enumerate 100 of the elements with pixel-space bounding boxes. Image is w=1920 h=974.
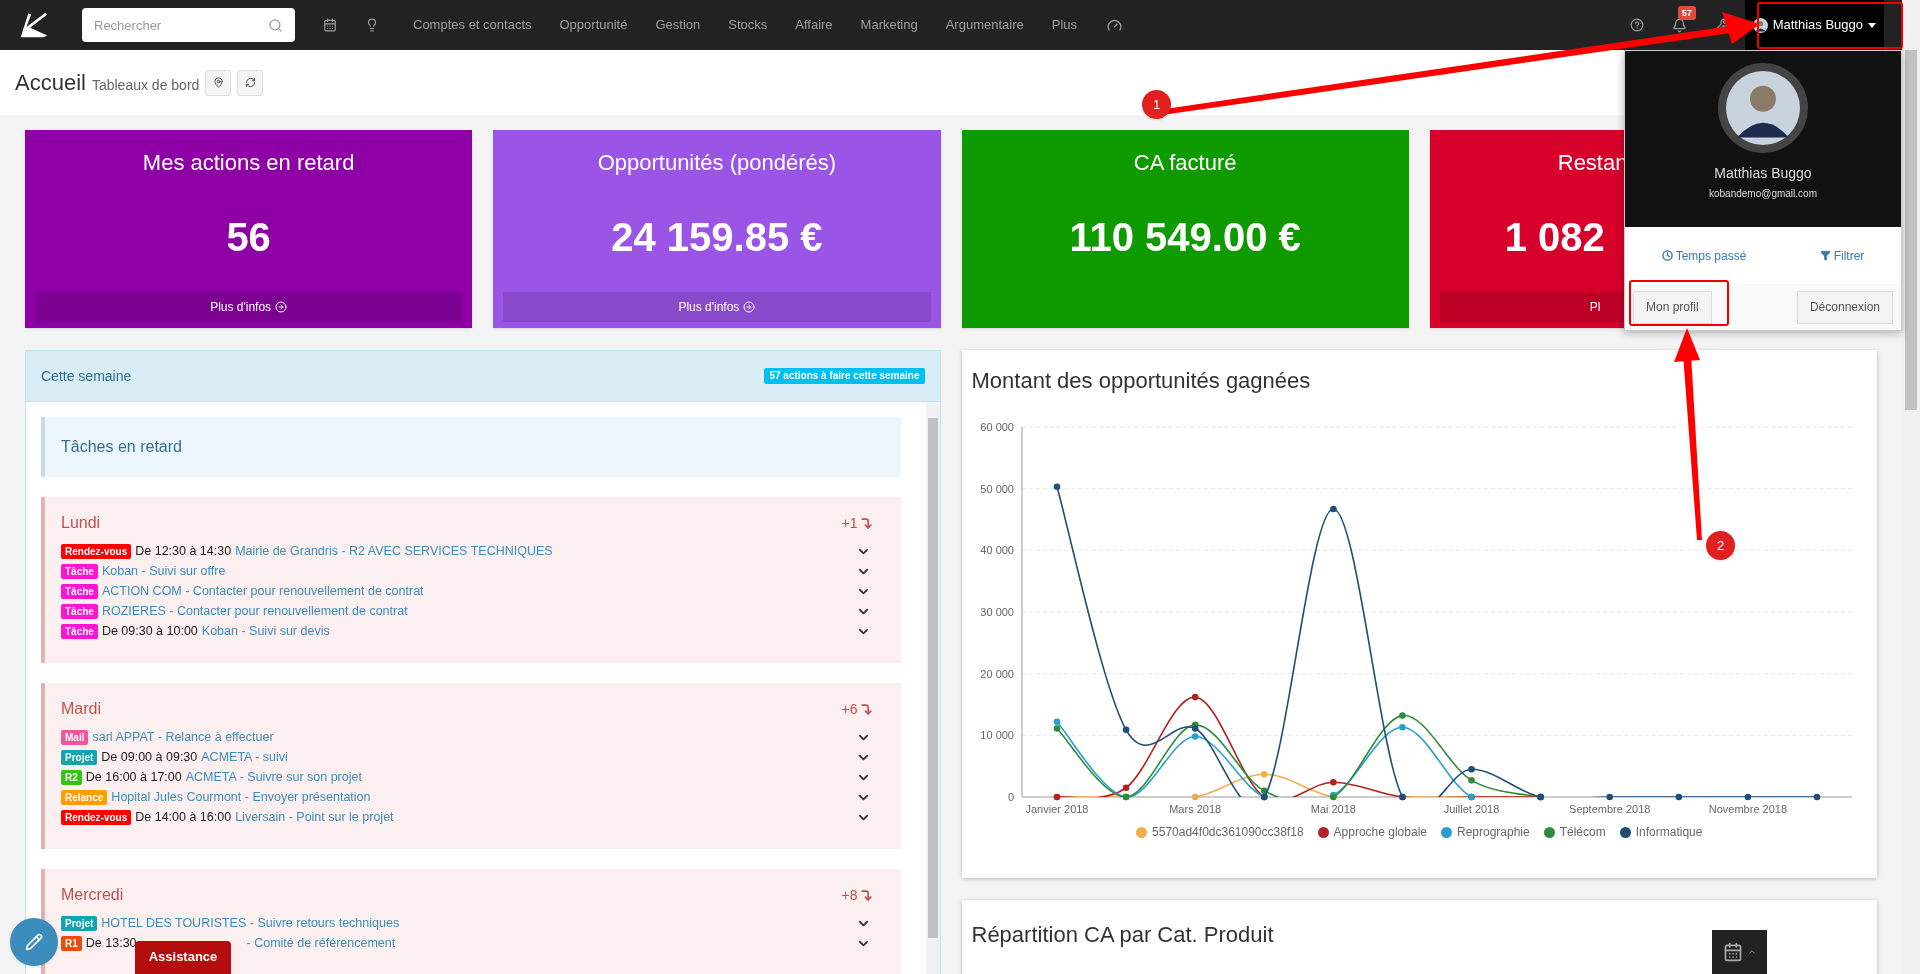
task-link[interactable]: Koban - Suivi sur offre <box>101 561 226 581</box>
turn-down-arrow-icon <box>859 516 873 530</box>
dashboard-icon[interactable] <box>1107 17 1123 33</box>
y-tick-label: 60 000 <box>979 421 1014 433</box>
tag: Tâche <box>61 583 98 599</box>
data-point <box>1398 712 1406 719</box>
nav-menu-item[interactable]: Stocks <box>714 15 782 35</box>
nav-menu-item[interactable]: Affaire <box>781 15 847 35</box>
nav-menu-item[interactable]: Opportunité <box>545 15 642 35</box>
data-point <box>1191 793 1198 801</box>
chart-title: Montant des opportunités gagnées <box>971 367 1312 395</box>
y-tick-label: 20 000 <box>979 667 1014 680</box>
scrollbar[interactable] <box>925 402 940 974</box>
legend-item[interactable]: Reprographie <box>1440 823 1530 841</box>
tag: R2 <box>61 769 82 785</box>
data-point <box>1122 726 1129 734</box>
card-title: Mes actions en retard <box>142 149 355 177</box>
calendar-toggle[interactable] <box>1712 930 1767 974</box>
tag: Projet <box>61 749 98 765</box>
nav-menu-item[interactable]: Comptes et contacts <box>399 15 546 35</box>
nav-menu-item[interactable]: Gestion <box>641 15 715 35</box>
task-link[interactable]: ACMETA - Suivre sur son projet <box>185 767 362 787</box>
task-link[interactable]: - Comité de référencement <box>246 933 396 953</box>
legend-item[interactable]: Télécom <box>1543 823 1606 841</box>
refresh-icon <box>244 77 256 88</box>
data-point <box>1467 777 1475 784</box>
more-info-link[interactable]: Pl <box>1589 298 1601 316</box>
task-link[interactable]: ROZIERES - Contacter pour renouvellement de contrat <box>101 601 408 621</box>
task-link[interactable]: Mairie de Grandris - R2 AVEC SERVICES TECHNIQUES <box>235 541 553 561</box>
search-field[interactable]: Rechercher <box>82 8 295 42</box>
tag: R1 <box>61 935 82 951</box>
arrow-circle-icon <box>743 301 756 313</box>
search-icon[interactable] <box>268 18 283 33</box>
turn-down-arrow-icon <box>859 702 873 716</box>
tag: Relance <box>61 789 108 805</box>
data-point <box>1605 793 1613 801</box>
bell-icon[interactable] <box>1671 17 1687 33</box>
day-count[interactable]: +8 <box>841 884 873 906</box>
pencil-icon <box>25 933 43 951</box>
day-count[interactable]: +6 <box>841 698 873 720</box>
x-tick-label: Mai 2018 <box>1310 803 1356 815</box>
data-point <box>1467 765 1475 773</box>
day-title: Lundi <box>61 513 101 533</box>
nav-menu-item[interactable]: Argumentaire <box>931 15 1038 35</box>
y-tick-label: 10 000 <box>979 729 1014 742</box>
tag: Rendez-vous <box>61 543 132 559</box>
data-point <box>1744 793 1751 801</box>
lightbulb-icon[interactable] <box>365 18 379 32</box>
data-point <box>1813 793 1820 801</box>
calendar-icon[interactable] <box>323 18 337 32</box>
user-menu-link[interactable]: Filtrer <box>1819 246 1865 265</box>
task-link[interactable]: Koban - Suivi sur devis <box>201 621 330 641</box>
panel-title: Cette semaine <box>41 366 132 386</box>
tag: Mail <box>61 729 89 745</box>
user-menu-link[interactable]: Temps passé <box>1661 246 1747 265</box>
more-info-link[interactable]: Plus d'infos <box>210 298 288 316</box>
turn-down-arrow-icon <box>859 888 873 902</box>
data-point <box>1329 505 1337 513</box>
data-point <box>1675 793 1682 801</box>
data-point <box>1398 724 1406 731</box>
task-link[interactable]: Hopital Jules Courmont - Envoyer présentation <box>111 787 371 807</box>
assistance-button[interactable]: Assistance <box>135 941 231 974</box>
refresh-button[interactable] <box>237 69 264 96</box>
tag: Tâche <box>61 563 98 579</box>
task-link[interactable]: sarl APPAT - Relance à effectuer <box>92 727 274 747</box>
profile-action-button[interactable]: Déconnexion <box>1796 290 1893 324</box>
week-actions-badge: 57 actions à faire cette semaine <box>764 368 925 384</box>
edit-fab[interactable] <box>10 918 58 966</box>
time-range: De 13:30 <box>85 934 137 952</box>
page-subtitle: Tableaux de bord <box>91 76 200 95</box>
y-tick-label: 50 000 <box>979 482 1014 495</box>
task-link[interactable]: Liversain - Point sur le projet <box>235 807 394 827</box>
map-pin-icon <box>212 77 224 88</box>
pin-button[interactable] <box>205 69 232 96</box>
profile-action-button[interactable]: Mon profil <box>1633 290 1712 324</box>
legend-item[interactable]: Informatique <box>1619 823 1703 841</box>
legend-item[interactable]: Approche globale <box>1317 823 1427 841</box>
y-tick-label: 40 000 <box>979 544 1014 557</box>
legend-item[interactable]: 5570ad4f0dc361090cc38f18 <box>1136 823 1304 841</box>
nav-menu-item[interactable]: Marketing <box>846 15 932 35</box>
user-name: Matthias Buggo <box>1714 164 1812 183</box>
time-range: De 09:30 à 10:00 <box>101 622 198 640</box>
tag: Rendez-vous <box>61 809 132 825</box>
task-link[interactable]: ACMETA - suivi <box>201 747 288 767</box>
nav-menu-item[interactable]: Plus <box>1037 15 1092 35</box>
day-count[interactable]: +1 <box>841 512 873 534</box>
filter-icon <box>1819 250 1831 261</box>
card-title: CA facturé <box>1133 149 1237 177</box>
x-tick-label: Mars 2018 <box>1168 803 1221 815</box>
clock-icon <box>1661 250 1673 261</box>
y-tick-label: 30 000 <box>979 606 1014 618</box>
time-range: De 16:00 à 17:00 <box>85 768 182 786</box>
user-menu-button[interactable]: Matthias Buggo <box>1744 0 1884 50</box>
help-icon[interactable] <box>1629 18 1644 32</box>
time-range: De 12:30 à 14:30 <box>135 542 232 560</box>
time-range: De 09:00 à 09:30 <box>101 748 198 766</box>
task-link[interactable]: ACTION COM - Contacter pour renouvellement de contrat <box>101 581 424 601</box>
more-info-link[interactable]: Plus d'infos <box>678 298 756 316</box>
day-title: Mardi <box>61 699 101 719</box>
task-link[interactable]: HOTEL DES TOURISTES - Suivre retours techniques <box>101 913 400 933</box>
